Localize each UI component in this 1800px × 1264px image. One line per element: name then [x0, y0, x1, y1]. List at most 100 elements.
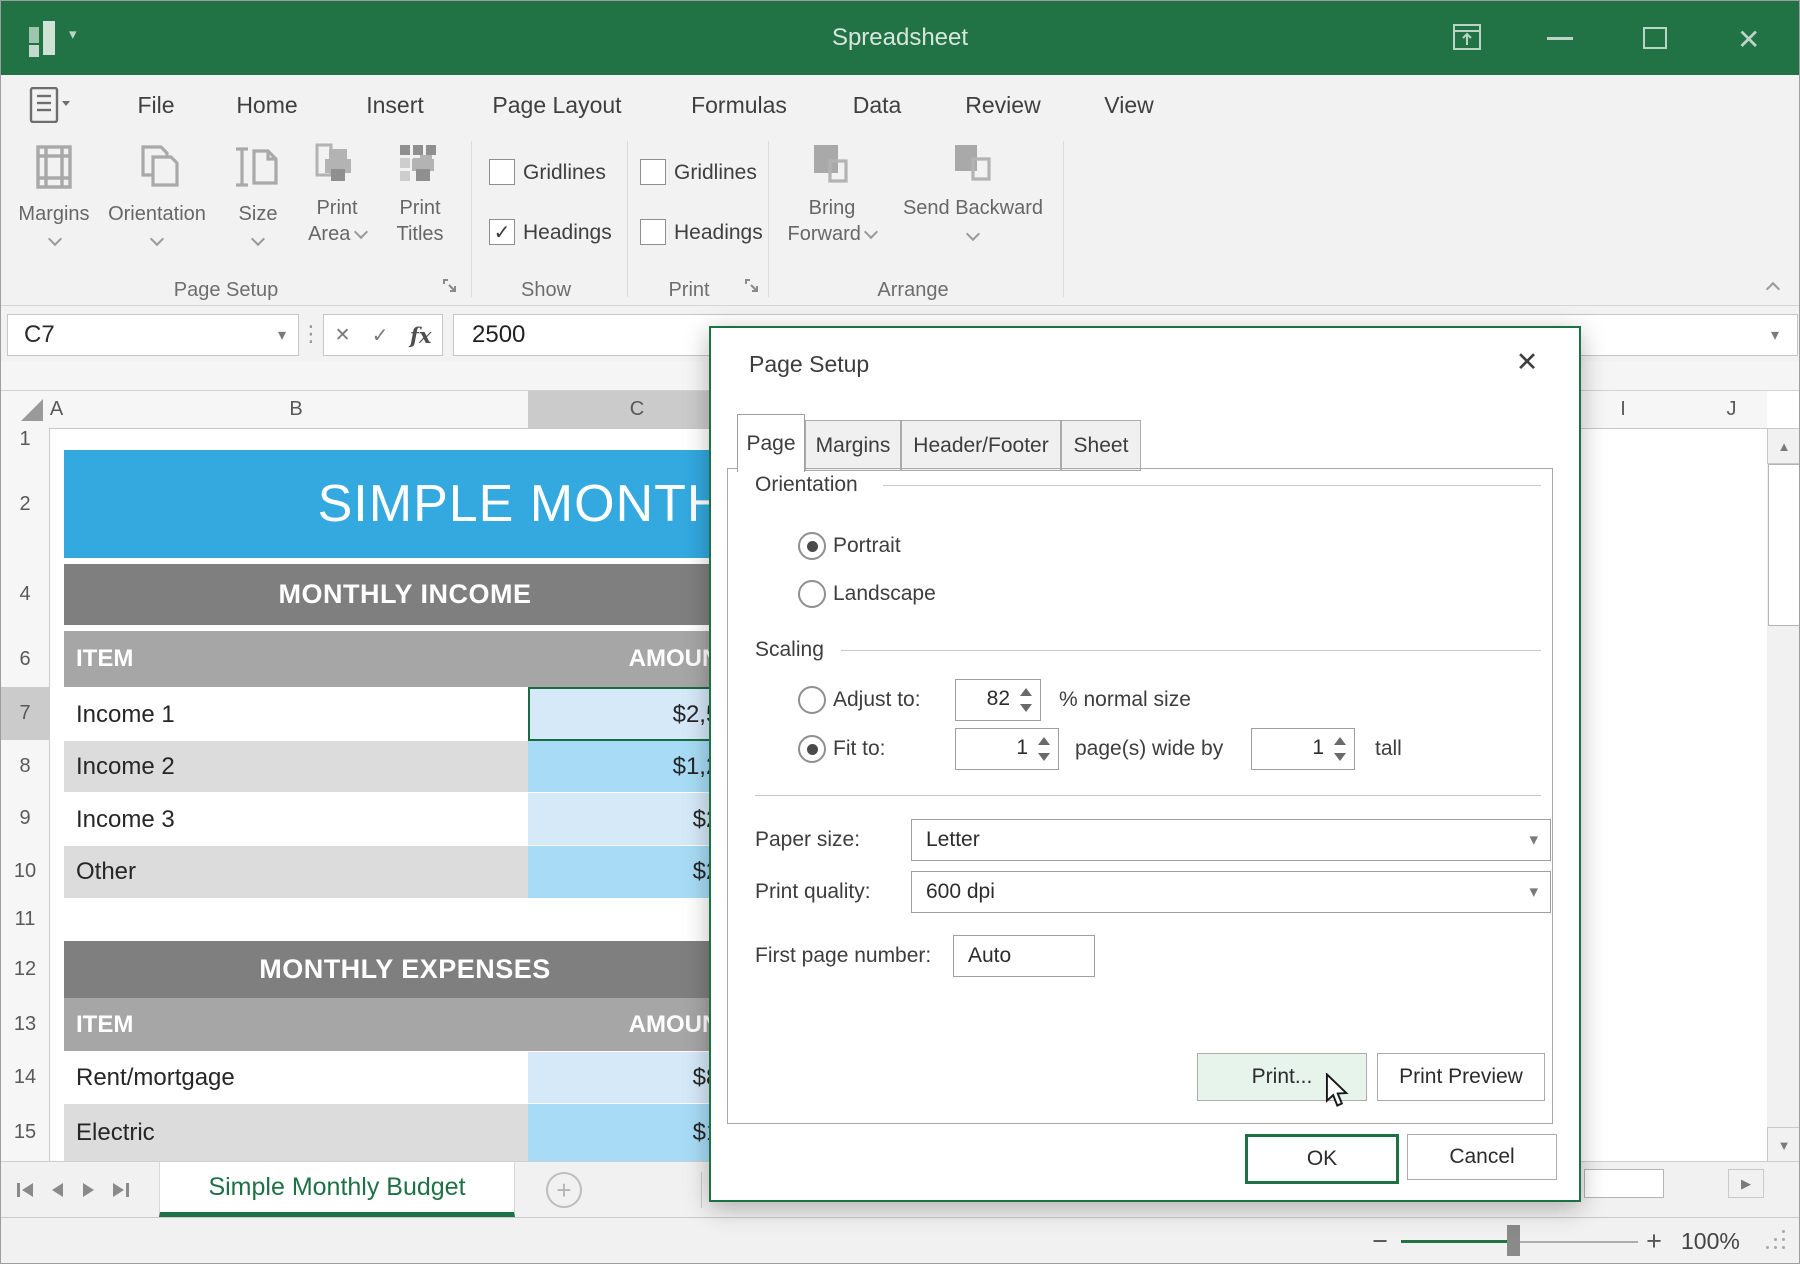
- collapse-ribbon-icon[interactable]: [1765, 281, 1781, 297]
- send-backward-icon[interactable]: [949, 143, 997, 191]
- column-header-J[interactable]: J: [1665, 391, 1767, 429]
- send-backward-button[interactable]: Send Backward: [889, 195, 1057, 247]
- fit-to-radio[interactable]: [798, 735, 826, 763]
- cell-B8[interactable]: Income 2: [64, 740, 540, 793]
- sheet-tab-active[interactable]: Simple Monthly Budget: [159, 1162, 515, 1217]
- tab-file[interactable]: File: [129, 75, 183, 135]
- popout-icon[interactable]: [1453, 24, 1481, 50]
- row-header-2[interactable]: 2: [1, 450, 50, 559]
- zoom-in-button[interactable]: +: [1639, 1226, 1669, 1256]
- resize-grip[interactable]: [1766, 1230, 1788, 1252]
- insert-function-icon[interactable]: fx: [410, 323, 432, 348]
- column-header-B[interactable]: B: [64, 391, 529, 429]
- row-header-9[interactable]: 9: [1, 792, 50, 846]
- print-area-button[interactable]: Print Area: [297, 195, 377, 247]
- row-header-7[interactable]: 7: [1, 687, 50, 741]
- adjust-percent-spinner[interactable]: 82: [955, 679, 1041, 721]
- landscape-label[interactable]: Landscape: [833, 582, 936, 606]
- add-sheet-button[interactable]: +: [546, 1172, 582, 1208]
- bring-forward-icon[interactable]: [808, 143, 856, 191]
- size-icon[interactable]: [234, 143, 282, 191]
- orientation-icon[interactable]: [133, 143, 181, 191]
- size-button[interactable]: Size: [226, 201, 290, 227]
- scroll-right-icon[interactable]: ▶: [1728, 1169, 1764, 1198]
- tab-insert[interactable]: Insert: [353, 75, 437, 135]
- row-header-13[interactable]: 13: [1, 998, 50, 1052]
- zoom-slider-track-filled[interactable]: [1401, 1240, 1507, 1243]
- column-header-A[interactable]: A: [49, 391, 65, 429]
- fit-tall-spinner[interactable]: 1: [1251, 728, 1355, 770]
- section-banner-income[interactable]: MONTHLY INCOME: [64, 564, 746, 625]
- paper-size-select[interactable]: Letter▾: [911, 819, 1551, 861]
- print-dialog-launcher-icon[interactable]: [743, 277, 761, 295]
- tab-review[interactable]: Review: [953, 75, 1053, 135]
- vertical-scroll-thumb[interactable]: [1768, 464, 1800, 626]
- row-header-14[interactable]: 14: [1, 1051, 50, 1104]
- scroll-up-icon[interactable]: ▲: [1767, 428, 1800, 464]
- print-titles-icon[interactable]: [396, 143, 444, 191]
- tab-home[interactable]: Home: [229, 75, 305, 135]
- close-window-icon[interactable]: ✕: [1737, 23, 1760, 56]
- minimize-icon[interactable]: [1547, 37, 1573, 40]
- adjust-to-label[interactable]: Adjust to:: [833, 688, 921, 712]
- select-all-corner[interactable]: [1, 391, 50, 429]
- print-headings-checkbox[interactable]: [640, 219, 666, 245]
- print-gridlines-checkbox[interactable]: [640, 159, 666, 185]
- size-chevron-icon[interactable]: [252, 233, 264, 245]
- table-header-row[interactable]: ITEM AMOUNT: [64, 998, 746, 1051]
- page-setup-dialog-launcher-icon[interactable]: [441, 277, 459, 295]
- cell-B10[interactable]: Other: [64, 845, 540, 898]
- show-gridlines-checkbox[interactable]: [489, 159, 515, 185]
- row-header-15[interactable]: 15: [1, 1103, 50, 1161]
- print-quality-select[interactable]: 600 dpi▾: [911, 871, 1551, 913]
- cancel-entry-icon[interactable]: ✕: [335, 324, 351, 347]
- dialog-tab-sheet[interactable]: Sheet: [1061, 420, 1141, 471]
- zoom-out-button[interactable]: −: [1365, 1226, 1395, 1256]
- cell-B15[interactable]: Electric: [64, 1103, 540, 1161]
- zoom-slider-thumb[interactable]: [1507, 1225, 1520, 1256]
- tab-data[interactable]: Data: [841, 75, 913, 135]
- ok-button[interactable]: OK: [1245, 1134, 1399, 1184]
- zoom-slider-track[interactable]: [1520, 1241, 1638, 1243]
- dialog-tab-margins[interactable]: Margins: [805, 420, 901, 471]
- bring-forward-button[interactable]: Bring Forward: [784, 195, 880, 247]
- orientation-chevron-icon[interactable]: [151, 233, 163, 245]
- row-header-1[interactable]: 1: [1, 428, 50, 451]
- scroll-down-icon[interactable]: ▼: [1767, 1127, 1800, 1163]
- first-page-input[interactable]: Auto: [953, 935, 1095, 977]
- print-area-icon[interactable]: [313, 143, 361, 191]
- fit-to-label[interactable]: Fit to:: [833, 737, 886, 761]
- margins-button[interactable]: Margins: [6, 201, 102, 227]
- enter-entry-icon[interactable]: ✓: [372, 323, 389, 348]
- cancel-button[interactable]: Cancel: [1407, 1134, 1557, 1180]
- row-header-8[interactable]: 8: [1, 740, 50, 793]
- adjust-to-radio[interactable]: [798, 686, 826, 714]
- horizontal-scroll-thumb[interactable]: [1584, 1169, 1664, 1198]
- row-header-4[interactable]: 4: [1, 564, 50, 626]
- landscape-radio[interactable]: [798, 580, 826, 608]
- maximize-icon[interactable]: [1643, 27, 1667, 49]
- cell-B7[interactable]: Income 1: [64, 687, 540, 741]
- portrait-radio[interactable]: [798, 532, 826, 560]
- vertical-scrollbar[interactable]: ▲ ▼: [1767, 428, 1799, 1161]
- section-banner-expenses[interactable]: MONTHLY EXPENSES: [64, 941, 746, 998]
- file-menu-icon[interactable]: [29, 87, 73, 123]
- column-header-I[interactable]: I: [1581, 391, 1666, 429]
- tab-formulas[interactable]: Formulas: [673, 75, 805, 135]
- tab-page-layout[interactable]: Page Layout: [479, 75, 635, 139]
- orientation-button[interactable]: Orientation: [101, 201, 213, 227]
- dialog-tab-page[interactable]: Page: [737, 414, 805, 472]
- row-header-6[interactable]: 6: [1, 631, 50, 688]
- margins-chevron-icon[interactable]: [49, 233, 61, 245]
- portrait-label[interactable]: Portrait: [833, 534, 901, 558]
- cell-B14[interactable]: Rent/mortgage: [64, 1051, 540, 1104]
- tab-view[interactable]: View: [1097, 75, 1161, 135]
- zoom-level[interactable]: 100%: [1681, 1218, 1740, 1264]
- print-preview-button[interactable]: Print Preview: [1377, 1053, 1545, 1101]
- row-header-11[interactable]: 11: [1, 897, 50, 942]
- row-header-12[interactable]: 12: [1, 941, 50, 999]
- dialog-tab-header-footer[interactable]: Header/Footer: [901, 420, 1061, 471]
- dialog-close-icon[interactable]: ✕: [1509, 344, 1545, 380]
- show-headings-checkbox[interactable]: ✓: [489, 219, 515, 245]
- table-header-row[interactable]: ITEM AMOUNT: [64, 631, 746, 687]
